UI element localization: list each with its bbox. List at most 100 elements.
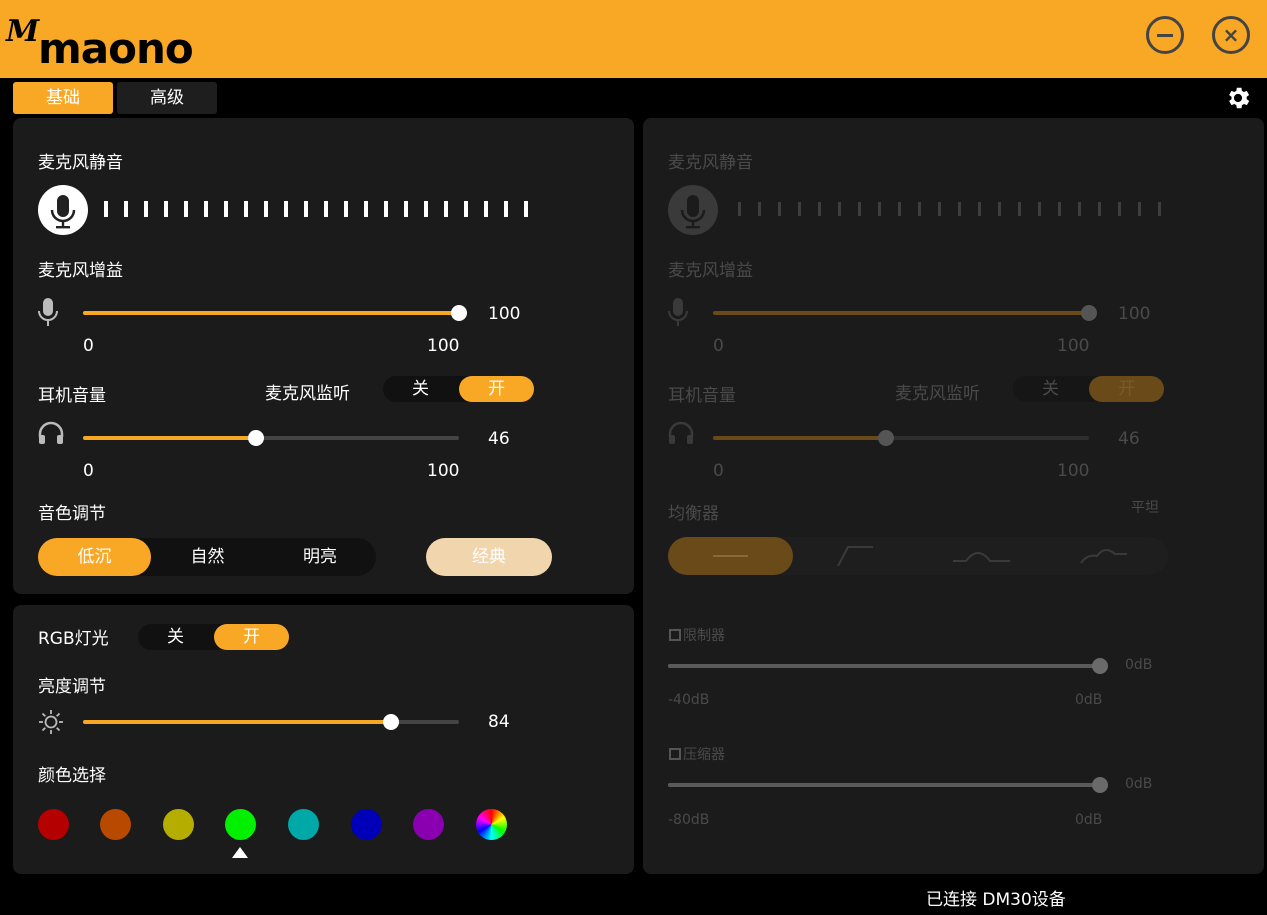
mic-mute-button[interactable] [38,185,88,235]
adv-mic-monitor-toggle[interactable]: 关 开 [1013,376,1164,402]
adv-mic-level-meter [738,202,1178,218]
maono-logo: M maono [6,10,206,76]
adv-mic-mute-label: 麦克风静音 [668,153,753,173]
mic-gain-max: 100 [427,336,460,356]
compressor-label: 压缩器 [683,747,725,763]
mic-gain-thumb[interactable] [451,305,467,321]
mic-level-meter [104,201,544,217]
tone-selector[interactable]: 低沉 自然 明亮 [38,538,376,576]
compressor-slider[interactable] [668,777,1108,793]
limiter-slider[interactable] [668,658,1108,674]
logo-text: maono [38,24,194,73]
adv-mic-gain-value: 100 [1118,304,1151,324]
adv-mic-small-icon [668,298,688,326]
audio-basic-panel [13,118,634,594]
eq-presence-option[interactable] [1043,537,1168,575]
close-button[interactable]: × [1212,16,1250,54]
rgb-on[interactable]: 开 [214,624,289,650]
color-swatch-yellow[interactable] [163,809,194,840]
mic-monitor-label: 麦克风监听 [265,384,350,404]
color-swatch-red[interactable] [38,809,69,840]
equalizer-label: 均衡器 [668,504,719,524]
compressor-value: 0dB [1125,776,1153,792]
eq-flat-option[interactable] [668,537,793,575]
tone-option-bright[interactable]: 明亮 [264,538,376,576]
limiter-label: 限制器 [683,628,725,644]
adv-headphone-volume-thumb[interactable] [877,430,894,446]
mic-mute-label: 麦克风静音 [38,153,123,173]
limiter-thumb[interactable] [1092,658,1108,674]
brightness-slider[interactable] [83,714,459,730]
brightness-label: 亮度调节 [38,677,106,697]
headphones-icon [38,421,64,444]
headphone-volume-value: 46 [488,429,510,449]
adv-mic-gain-label: 麦克风增益 [668,261,753,281]
adv-headphone-volume-max: 100 [1057,461,1090,481]
eq-mid-option[interactable] [918,537,1043,575]
eq-lowcut-icon [837,546,873,567]
tab-advanced[interactable]: 高级 [117,82,217,114]
tone-label: 音色调节 [38,504,106,524]
adv-mic-gain-min: 0 [713,336,724,356]
mic-monitor-toggle[interactable]: 关 开 [383,376,534,402]
rgb-off[interactable]: 关 [138,624,213,650]
compressor-max: 0dB [1075,812,1103,828]
adv-headphone-volume-label: 耳机音量 [668,386,736,406]
adv-headphone-volume-value: 46 [1118,429,1140,449]
adv-mic-gain-slider[interactable] [713,305,1097,321]
tone-option-deep[interactable]: 低沉 [38,538,151,576]
headphone-volume-slider[interactable] [83,430,459,446]
mic-gain-value: 100 [488,304,521,324]
microphone-icon [50,195,76,229]
limiter-value: 0dB [1125,657,1153,673]
logo-mark: M [6,14,40,49]
color-swatch-blue[interactable] [351,809,382,840]
mic-monitor-on[interactable]: 开 [459,376,534,402]
color-swatch-cyan[interactable] [288,809,319,840]
brightness-value: 84 [488,712,510,732]
compressor-checkbox[interactable] [669,748,681,760]
tab-basic[interactable]: 基础 [13,82,113,114]
adv-headphone-volume-slider[interactable] [713,430,1089,446]
color-swatch-green[interactable] [225,809,256,840]
adv-mic-gain-thumb[interactable] [1081,305,1097,321]
tone-option-natural[interactable]: 自然 [151,538,264,576]
mic-gain-min: 0 [83,336,94,356]
eq-flat-icon [713,555,748,557]
adv-microphone-icon [680,195,706,229]
gear-icon[interactable] [1224,84,1252,112]
eq-presence-icon [1080,549,1127,564]
adv-headphones-icon [668,421,694,444]
limiter-min: -40dB [668,692,710,708]
limiter-checkbox[interactable] [669,629,681,641]
eq-lowcut-option[interactable] [793,537,918,575]
color-swatch-purple[interactable] [413,809,444,840]
mic-gain-slider[interactable] [83,305,467,321]
rgb-label: RGB灯光 [38,629,109,649]
mic-gain-label: 麦克风增益 [38,261,123,281]
rgb-toggle[interactable]: 关 开 [138,624,289,650]
close-icon: × [1222,23,1240,47]
adv-headphone-volume-min: 0 [713,461,724,481]
color-select-label: 颜色选择 [38,766,106,786]
mic-monitor-off[interactable]: 关 [383,376,458,402]
title-bar: M maono × [0,0,1267,78]
adv-mic-monitor-off[interactable]: 关 [1013,376,1088,402]
adv-mic-monitor-on[interactable]: 开 [1089,376,1164,402]
selected-color-indicator [232,847,248,858]
minimize-button[interactable] [1146,16,1184,54]
headphone-volume-min: 0 [83,461,94,481]
adv-mic-monitor-label: 麦克风监听 [895,384,980,404]
color-swatch-orange[interactable] [100,809,131,840]
eq-mid-boost-icon [953,552,1010,562]
limiter-max: 0dB [1075,692,1103,708]
adv-mic-mute-button[interactable] [668,185,718,235]
headphone-volume-max: 100 [427,461,460,481]
mic-small-icon [38,298,58,326]
headphone-volume-thumb[interactable] [247,430,264,446]
equalizer-selector[interactable] [668,537,1168,575]
compressor-thumb[interactable] [1092,777,1108,793]
tone-classic-button[interactable]: 经典 [426,538,552,576]
color-swatch-rainbow[interactable] [476,809,507,840]
sun-icon [39,710,63,734]
